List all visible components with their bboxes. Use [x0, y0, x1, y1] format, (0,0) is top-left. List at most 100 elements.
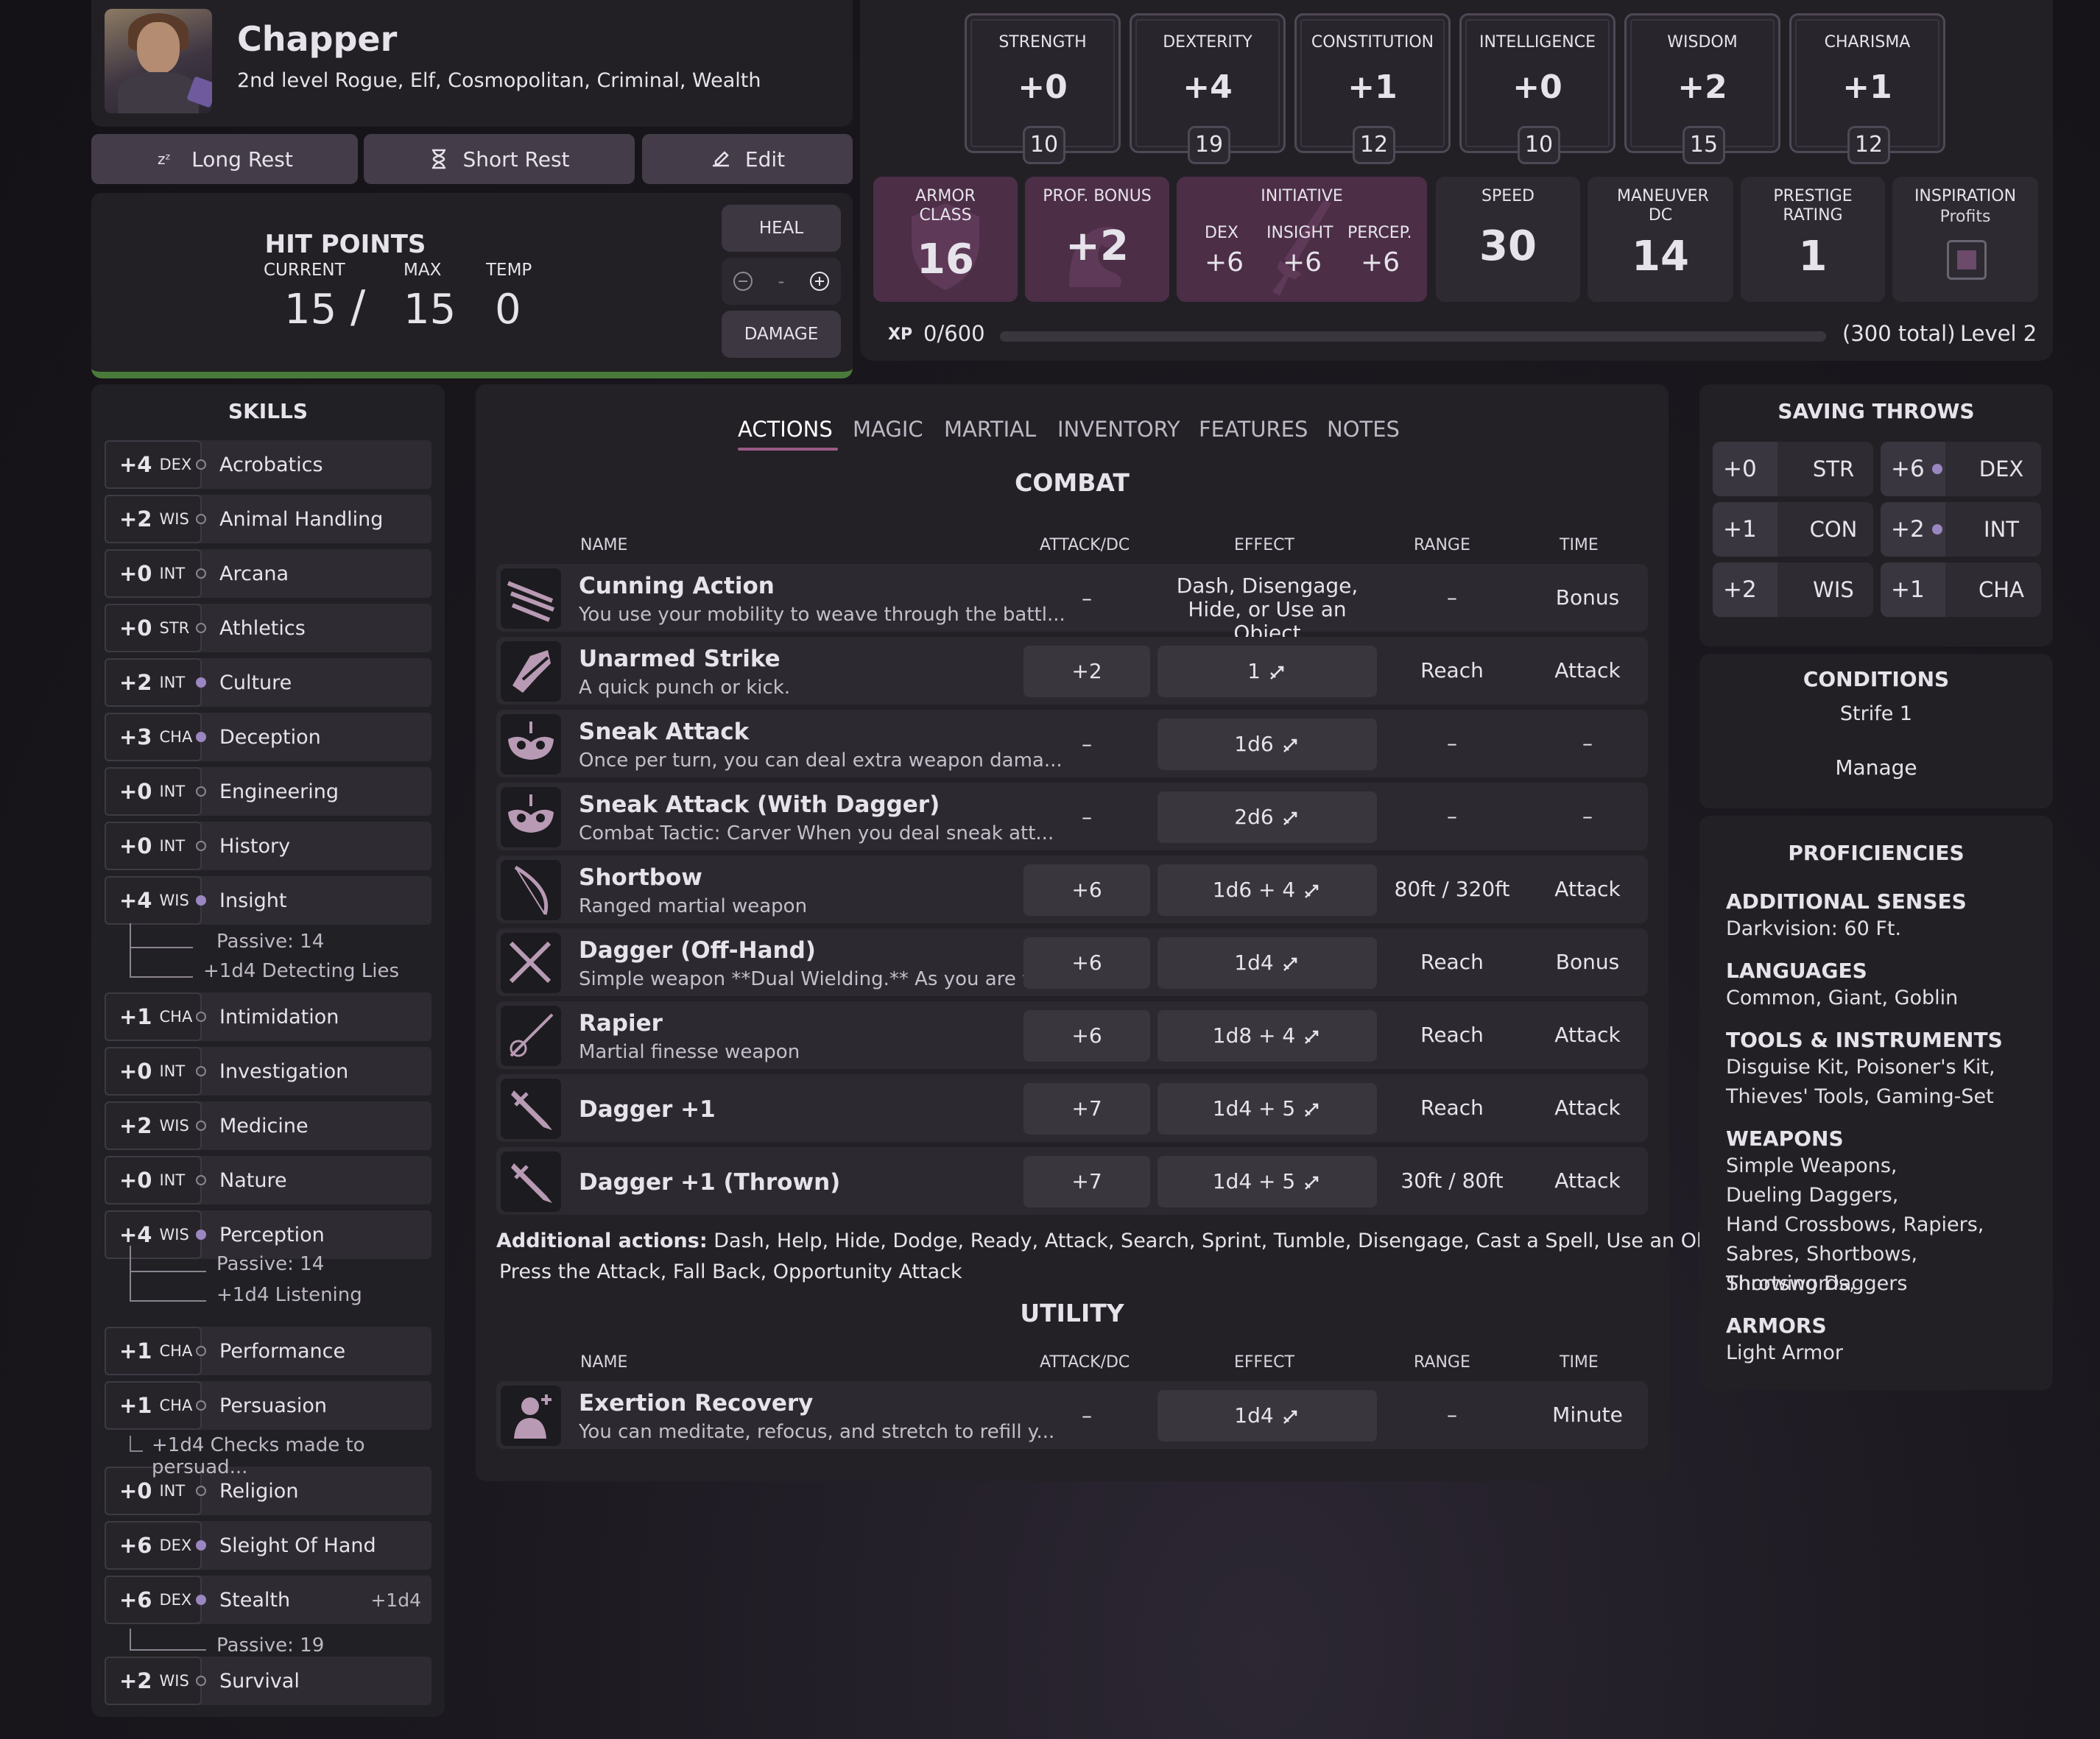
action-row[interactable]: Exertion Recovery You can meditate, refoc…	[496, 1381, 1648, 1449]
save-int[interactable]: +2 INT	[1881, 502, 2041, 557]
skill-persuasion[interactable]: +1 CHA Persuasion	[105, 1381, 431, 1430]
ability-constitution[interactable]: CONSTITUTION +1 12	[1294, 13, 1451, 164]
skill-name: Engineering	[219, 780, 339, 803]
action-row[interactable]: Dagger +1 (Thrown) +7 1d4 + 5 30ft / 80ft At…	[496, 1147, 1648, 1215]
skill-survival[interactable]: +2 WIS Survival	[105, 1657, 431, 1705]
dagger-thrown-icon	[501, 1151, 561, 1212]
skill-modifier: +4	[119, 1222, 152, 1247]
action-row[interactable]: Sneak Attack Once per turn, you can deal …	[496, 710, 1648, 777]
skill-animal-handling[interactable]: +2 WIS Animal Handling	[105, 495, 431, 543]
action-effect[interactable]: 1d4	[1158, 1390, 1377, 1442]
skill-bonus: +0 INT	[105, 549, 202, 598]
ability-dexterity[interactable]: DEXTERITY +4 19	[1130, 13, 1286, 164]
tab-martial[interactable]: MARTIAL	[944, 417, 1036, 442]
action-attack[interactable]: +2	[1023, 646, 1150, 697]
action-name[interactable]: Shortbow	[579, 864, 702, 891]
action-attack[interactable]: +7	[1023, 1156, 1150, 1207]
ability-strength[interactable]: STRENGTH +0 10	[965, 13, 1121, 164]
effect-text: 1d6	[1234, 732, 1274, 756]
action-row[interactable]: Dagger (Off-Hand) Simple weapon **Dual Wi…	[496, 928, 1648, 1042]
action-effect[interactable]: 1	[1158, 646, 1377, 697]
skill-acrobatics[interactable]: +4 DEX Acrobatics	[105, 440, 431, 489]
xp-progress-bar	[1000, 331, 1826, 342]
hp-temp[interactable]: 0	[495, 286, 521, 334]
skill-engineering[interactable]: +0 INT Engineering	[105, 767, 431, 816]
skill-arcana[interactable]: +0 INT Arcana	[105, 549, 431, 598]
action-name[interactable]: Exertion Recovery	[579, 1390, 813, 1417]
action-name[interactable]: Dagger +1	[579, 1096, 716, 1123]
action-row[interactable]: Sneak Attack (With Dagger) Combat Tactic:…	[496, 783, 1648, 850]
damage-button[interactable]: DAMAGE	[722, 311, 841, 358]
action-effect[interactable]: 1d4 + 5	[1158, 1083, 1377, 1135]
skill-modifier: +6	[119, 1533, 152, 1558]
skill-culture[interactable]: +2 INT Culture	[105, 658, 431, 707]
action-effect[interactable]: 1d4 + 5	[1158, 1156, 1377, 1207]
ability-intelligence[interactable]: INTELLIGENCE +0 10	[1459, 13, 1615, 164]
ability-charisma[interactable]: CHARISMA +1 12	[1789, 13, 1945, 164]
skill-medicine[interactable]: +2 WIS Medicine	[105, 1101, 431, 1150]
character-name: Chapper	[237, 19, 398, 59]
hp-amount-input[interactable]: -	[778, 271, 785, 292]
action-effect[interactable]: 1d4	[1158, 937, 1377, 989]
action-name[interactable]: Dagger +1 (Thrown)	[579, 1169, 840, 1196]
tab-notes[interactable]: NOTES	[1327, 417, 1400, 442]
short-rest-button[interactable]: Short Rest	[364, 134, 635, 184]
skill-intimidation[interactable]: +1 CHA Intimidation	[105, 992, 431, 1041]
skill-stealth[interactable]: +6 DEX Stealth +1d4	[105, 1576, 431, 1624]
skill-bonus: +0 INT	[105, 822, 202, 870]
action-name[interactable]: Dagger (Off-Hand)	[579, 937, 816, 964]
action-attack[interactable]: +6	[1023, 937, 1150, 989]
skill-deception[interactable]: +3 CHA Deception	[105, 713, 431, 761]
save-dex[interactable]: +6 DEX	[1881, 442, 2041, 496]
action-name[interactable]: Unarmed Strike	[579, 646, 781, 672]
action-range: –	[1447, 1403, 1457, 1427]
save-cha[interactable]: +1 CHA	[1881, 562, 2041, 617]
action-effect[interactable]: 2d6	[1158, 791, 1377, 843]
character-portrait[interactable]	[105, 9, 212, 113]
action-row[interactable]: Cunning Action You use your mobility to w…	[496, 564, 1648, 677]
inspiration-checkbox[interactable]	[1947, 240, 1987, 280]
minus-circle-icon[interactable]	[732, 270, 754, 292]
action-name[interactable]: Sneak Attack	[579, 719, 749, 745]
damage-label: DAMAGE	[744, 325, 819, 344]
skill-sleight-of-hand[interactable]: +6 DEX Sleight Of Hand	[105, 1521, 431, 1570]
skill-investigation[interactable]: +0 INT Investigation	[105, 1047, 431, 1096]
action-name[interactable]: Cunning Action	[579, 573, 775, 599]
save-con[interactable]: +1 CON	[1713, 502, 1873, 557]
skill-athletics[interactable]: +0 STR Athletics	[105, 604, 431, 652]
tools-label: TOOLS & INSTRUMENTS	[1726, 1028, 2003, 1052]
save-str[interactable]: +0 STR	[1713, 442, 1873, 496]
action-row[interactable]: Shortbow Ranged martial weapon +6 1d6 + 4 80…	[496, 856, 1648, 923]
edit-button[interactable]: Edit	[642, 134, 853, 184]
maneuver-value: 14	[1632, 233, 1689, 281]
action-effect[interactable]: 1d6 + 4	[1158, 864, 1377, 916]
initiative-box[interactable]: INITIATIVE DEX INSIGHT PERCEP. +6 +6 +6	[1177, 177, 1427, 302]
action-attack[interactable]: +7	[1023, 1083, 1150, 1135]
save-wis[interactable]: +2 WIS	[1713, 562, 1873, 617]
tab-actions[interactable]: ACTIONS	[738, 417, 833, 442]
hp-current[interactable]: 15	[284, 286, 337, 334]
action-row[interactable]: Unarmed Strike A quick punch or kick. +2 1 R…	[496, 637, 1648, 705]
plus-circle-icon[interactable]	[808, 270, 831, 292]
action-row[interactable]: Dagger +1 +7 1d4 + 5 Reach Attack	[496, 1074, 1648, 1142]
action-attack[interactable]: +6	[1023, 1010, 1150, 1062]
ability-wisdom[interactable]: WISDOM +2 15	[1624, 13, 1780, 164]
action-row[interactable]: Rapier Martial finesse weapon +6 1d8 + 4 Rea…	[496, 1001, 1648, 1069]
action-effect[interactable]: 1d6	[1158, 719, 1377, 770]
manage-conditions-button[interactable]: Manage	[1699, 755, 2053, 780]
action-name[interactable]: Sneak Attack (With Dagger)	[579, 791, 940, 818]
condition-strife[interactable]: Strife 1	[1699, 702, 2053, 725]
action-effect[interactable]: 1d8 + 4	[1158, 1010, 1377, 1062]
skill-performance[interactable]: +1 CHA Performance	[105, 1327, 431, 1375]
skill-nature[interactable]: +0 INT Nature	[105, 1156, 431, 1204]
damage-die-icon	[1295, 878, 1322, 902]
action-name[interactable]: Rapier	[579, 1010, 663, 1037]
skill-history[interactable]: +0 INT History	[105, 822, 431, 870]
tab-features[interactable]: FEATURES	[1199, 417, 1308, 442]
tab-magic[interactable]: MAGIC	[853, 417, 923, 442]
skill-insight[interactable]: +4 WIS Insight	[105, 876, 431, 925]
long-rest-button[interactable]: zᶻ Long Rest	[91, 134, 358, 184]
tab-inventory[interactable]: INVENTORY	[1057, 417, 1180, 442]
heal-button[interactable]: HEAL	[722, 205, 841, 252]
action-attack[interactable]: +6	[1023, 864, 1150, 916]
